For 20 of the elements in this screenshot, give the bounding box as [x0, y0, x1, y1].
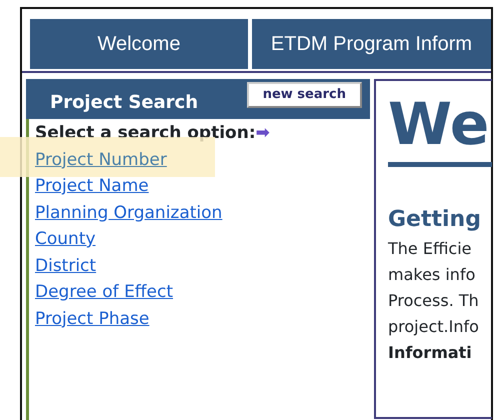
- paragraph-line: The Efficie: [388, 238, 473, 260]
- search-option-link[interactable]: Project Phase: [35, 306, 150, 332]
- paragraph-line: Informati: [388, 342, 473, 364]
- search-option-link[interactable]: Degree of Effect: [35, 279, 173, 306]
- panel-title: Project Search: [50, 91, 198, 115]
- search-option-link[interactable]: Planning Organization: [35, 200, 222, 226]
- arrow-icon: ➡: [256, 123, 270, 143]
- nav-tab[interactable]: Welcome: [30, 19, 248, 69]
- search-option-link[interactable]: County: [35, 226, 96, 252]
- section-heading: Getting: [388, 206, 482, 234]
- search-prompt: Select a search option:: [35, 123, 256, 143]
- nav-tab[interactable]: ETDM Program Inform: [252, 19, 491, 69]
- paragraph-line: makes info: [388, 264, 476, 286]
- search-option-link[interactable]: Project Name: [35, 173, 149, 200]
- search-option-link[interactable]: Project Number: [35, 146, 167, 173]
- new-search-button[interactable]: new search: [246, 82, 362, 108]
- page-heading: We: [388, 91, 490, 158]
- search-option-link[interactable]: District: [35, 252, 96, 279]
- paragraph-line: project.Info: [388, 316, 480, 338]
- paragraph-line: Process. Th: [388, 290, 480, 312]
